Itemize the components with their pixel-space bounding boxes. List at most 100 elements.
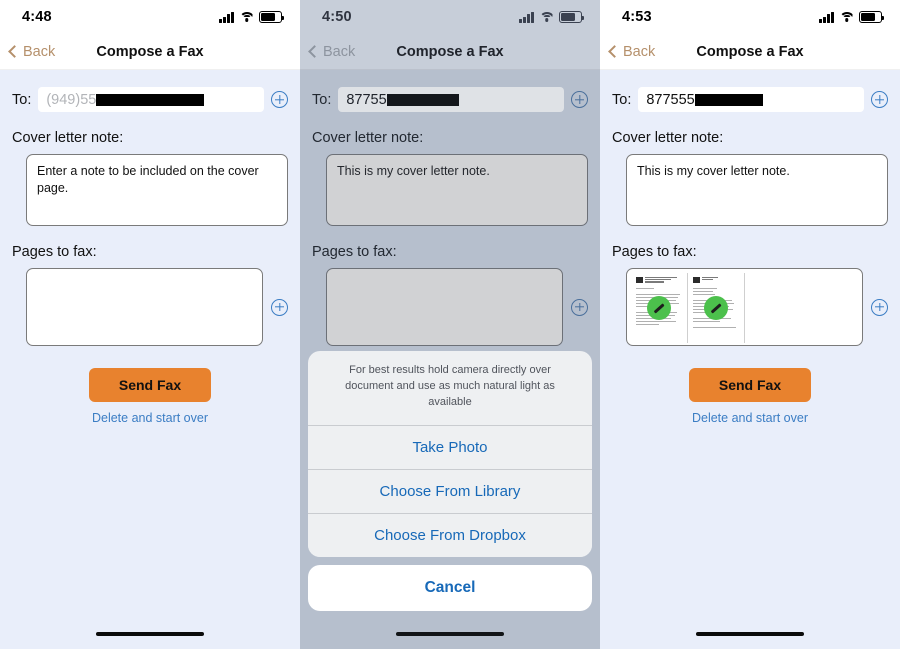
nav-bar: Back Compose a Fax <box>600 34 900 70</box>
logo-text-lines <box>645 277 682 283</box>
redaction-bar <box>694 93 763 106</box>
pages-row <box>612 268 888 346</box>
back-button[interactable]: Back <box>8 43 56 60</box>
wifi-icon <box>839 11 854 23</box>
home-indicator <box>600 619 900 649</box>
pages-dropzone[interactable] <box>26 268 263 346</box>
cover-letter-input[interactable]: This is my cover letter note. <box>626 154 888 226</box>
battery-icon <box>559 11 585 23</box>
action-sheet-message: For best results hold camera directly ov… <box>345 364 555 409</box>
home-indicator <box>0 619 300 649</box>
status-bar: 4:50 <box>300 0 600 34</box>
cellular-signal-icon <box>519 11 534 23</box>
back-button-label: Back <box>323 43 356 60</box>
screenshot-strip: 4:48 Back Compose a Fax To: (949)55 Cove… <box>0 0 900 649</box>
action-sheet-group: For best results hold camera directly ov… <box>308 351 592 557</box>
to-input[interactable]: (949)55 <box>38 87 264 112</box>
add-recipient-icon[interactable] <box>571 91 588 108</box>
pages-label: Pages to fax: <box>12 244 97 260</box>
logo-text-lines <box>702 277 739 281</box>
screen-compose-fax-with-pages: 4:53 Back Compose a Fax To: 877555 Cover… <box>600 0 900 649</box>
document-logo <box>636 277 682 283</box>
cover-letter-input[interactable]: This is my cover letter note. <box>326 154 588 226</box>
battery-icon <box>859 11 885 23</box>
to-label: To: <box>12 91 32 108</box>
add-recipient-icon[interactable] <box>871 91 888 108</box>
action-choose-from-library[interactable]: Choose From Library <box>308 469 592 513</box>
chevron-left-icon <box>308 44 321 58</box>
cover-letter-row: This is my cover letter note. <box>612 154 888 226</box>
battery-icon <box>259 11 285 23</box>
actions: Send Fax Delete and start over <box>612 368 888 425</box>
redaction-bar <box>96 93 205 106</box>
page-thumbnail[interactable] <box>688 273 745 343</box>
status-clock: 4:48 <box>22 9 52 25</box>
back-button[interactable]: Back <box>608 43 656 60</box>
home-indicator <box>300 619 600 649</box>
status-icons <box>219 11 285 23</box>
send-fax-button[interactable]: Send Fax <box>688 368 812 402</box>
edit-page-badge-icon[interactable] <box>647 296 671 320</box>
cover-letter-value: This is my cover letter note. <box>637 164 790 178</box>
recipient-row: To: 87755 <box>312 87 588 112</box>
back-button-label: Back <box>623 43 656 60</box>
status-icons <box>819 11 885 23</box>
wifi-icon <box>239 11 254 23</box>
to-label: To: <box>612 91 632 108</box>
to-label: To: <box>312 91 332 108</box>
status-icons <box>519 11 585 23</box>
to-input-value: 87755 <box>346 91 387 108</box>
action-choose-from-dropbox[interactable]: Choose From Dropbox <box>308 513 592 557</box>
status-bar: 4:53 <box>600 0 900 34</box>
logo-mark-icon <box>693 277 700 283</box>
action-sheet: For best results hold camera directly ov… <box>308 351 592 611</box>
recipient-row: To: 877555 <box>612 87 888 112</box>
cover-letter-label: Cover letter note: <box>12 130 124 146</box>
form-content: To: 877555 Cover letter note: This is my… <box>600 70 900 619</box>
pages-list[interactable] <box>626 268 863 346</box>
chevron-left-icon <box>8 44 21 58</box>
actions: Send Fax Delete and start over <box>12 368 288 425</box>
cover-letter-label: Cover letter note: <box>612 130 724 146</box>
action-cancel[interactable]: Cancel <box>308 565 592 611</box>
redaction-bar <box>386 93 459 106</box>
delete-and-start-over-link[interactable]: Delete and start over <box>92 411 208 425</box>
add-page-icon[interactable] <box>271 298 288 316</box>
pencil-icon <box>710 303 722 313</box>
nav-bar: Back Compose a Fax <box>300 34 600 70</box>
back-button-label: Back <box>23 43 56 60</box>
cover-letter-row: This is my cover letter note. <box>312 154 588 226</box>
add-recipient-icon[interactable] <box>271 91 288 108</box>
pages-row <box>12 268 288 346</box>
add-page-icon[interactable] <box>571 298 588 316</box>
screen-compose-fax-empty: 4:48 Back Compose a Fax To: (949)55 Cove… <box>0 0 300 649</box>
status-clock: 4:50 <box>322 9 352 25</box>
action-take-photo[interactable]: Take Photo <box>308 425 592 469</box>
recipient-row: To: (949)55 <box>12 87 288 112</box>
delete-and-start-over-link[interactable]: Delete and start over <box>692 411 808 425</box>
status-clock: 4:53 <box>622 9 652 25</box>
cover-letter-row: Enter a note to be included on the cover… <box>12 154 288 226</box>
send-fax-button[interactable]: Send Fax <box>88 368 212 402</box>
cover-letter-input[interactable]: Enter a note to be included on the cover… <box>26 154 288 226</box>
cover-letter-placeholder: Enter a note to be included on the cover… <box>37 164 259 195</box>
to-input[interactable]: 877555 <box>638 87 864 112</box>
cover-letter-value: This is my cover letter note. <box>337 164 490 178</box>
cover-letter-label: Cover letter note: <box>312 130 424 146</box>
document-logo <box>693 277 739 283</box>
edit-page-badge-icon[interactable] <box>704 296 728 320</box>
nav-bar: Back Compose a Fax <box>0 34 300 70</box>
pages-dropzone[interactable] <box>326 268 563 346</box>
form-content: To: (949)55 Cover letter note: Enter a n… <box>0 70 300 619</box>
add-page-icon[interactable] <box>871 298 888 316</box>
cellular-signal-icon <box>219 11 234 23</box>
pages-label: Pages to fax: <box>612 244 697 260</box>
screen-compose-fax-action-sheet: 4:50 Back Compose a Fax To: 87755 Cover … <box>300 0 600 649</box>
back-button[interactable]: Back <box>308 43 356 60</box>
pages-row <box>312 268 588 346</box>
pencil-icon <box>653 303 665 313</box>
to-input-value: 877555 <box>646 91 695 108</box>
page-thumbnail[interactable] <box>631 273 688 343</box>
to-input[interactable]: 87755 <box>338 87 564 112</box>
pages-label: Pages to fax: <box>312 244 397 260</box>
